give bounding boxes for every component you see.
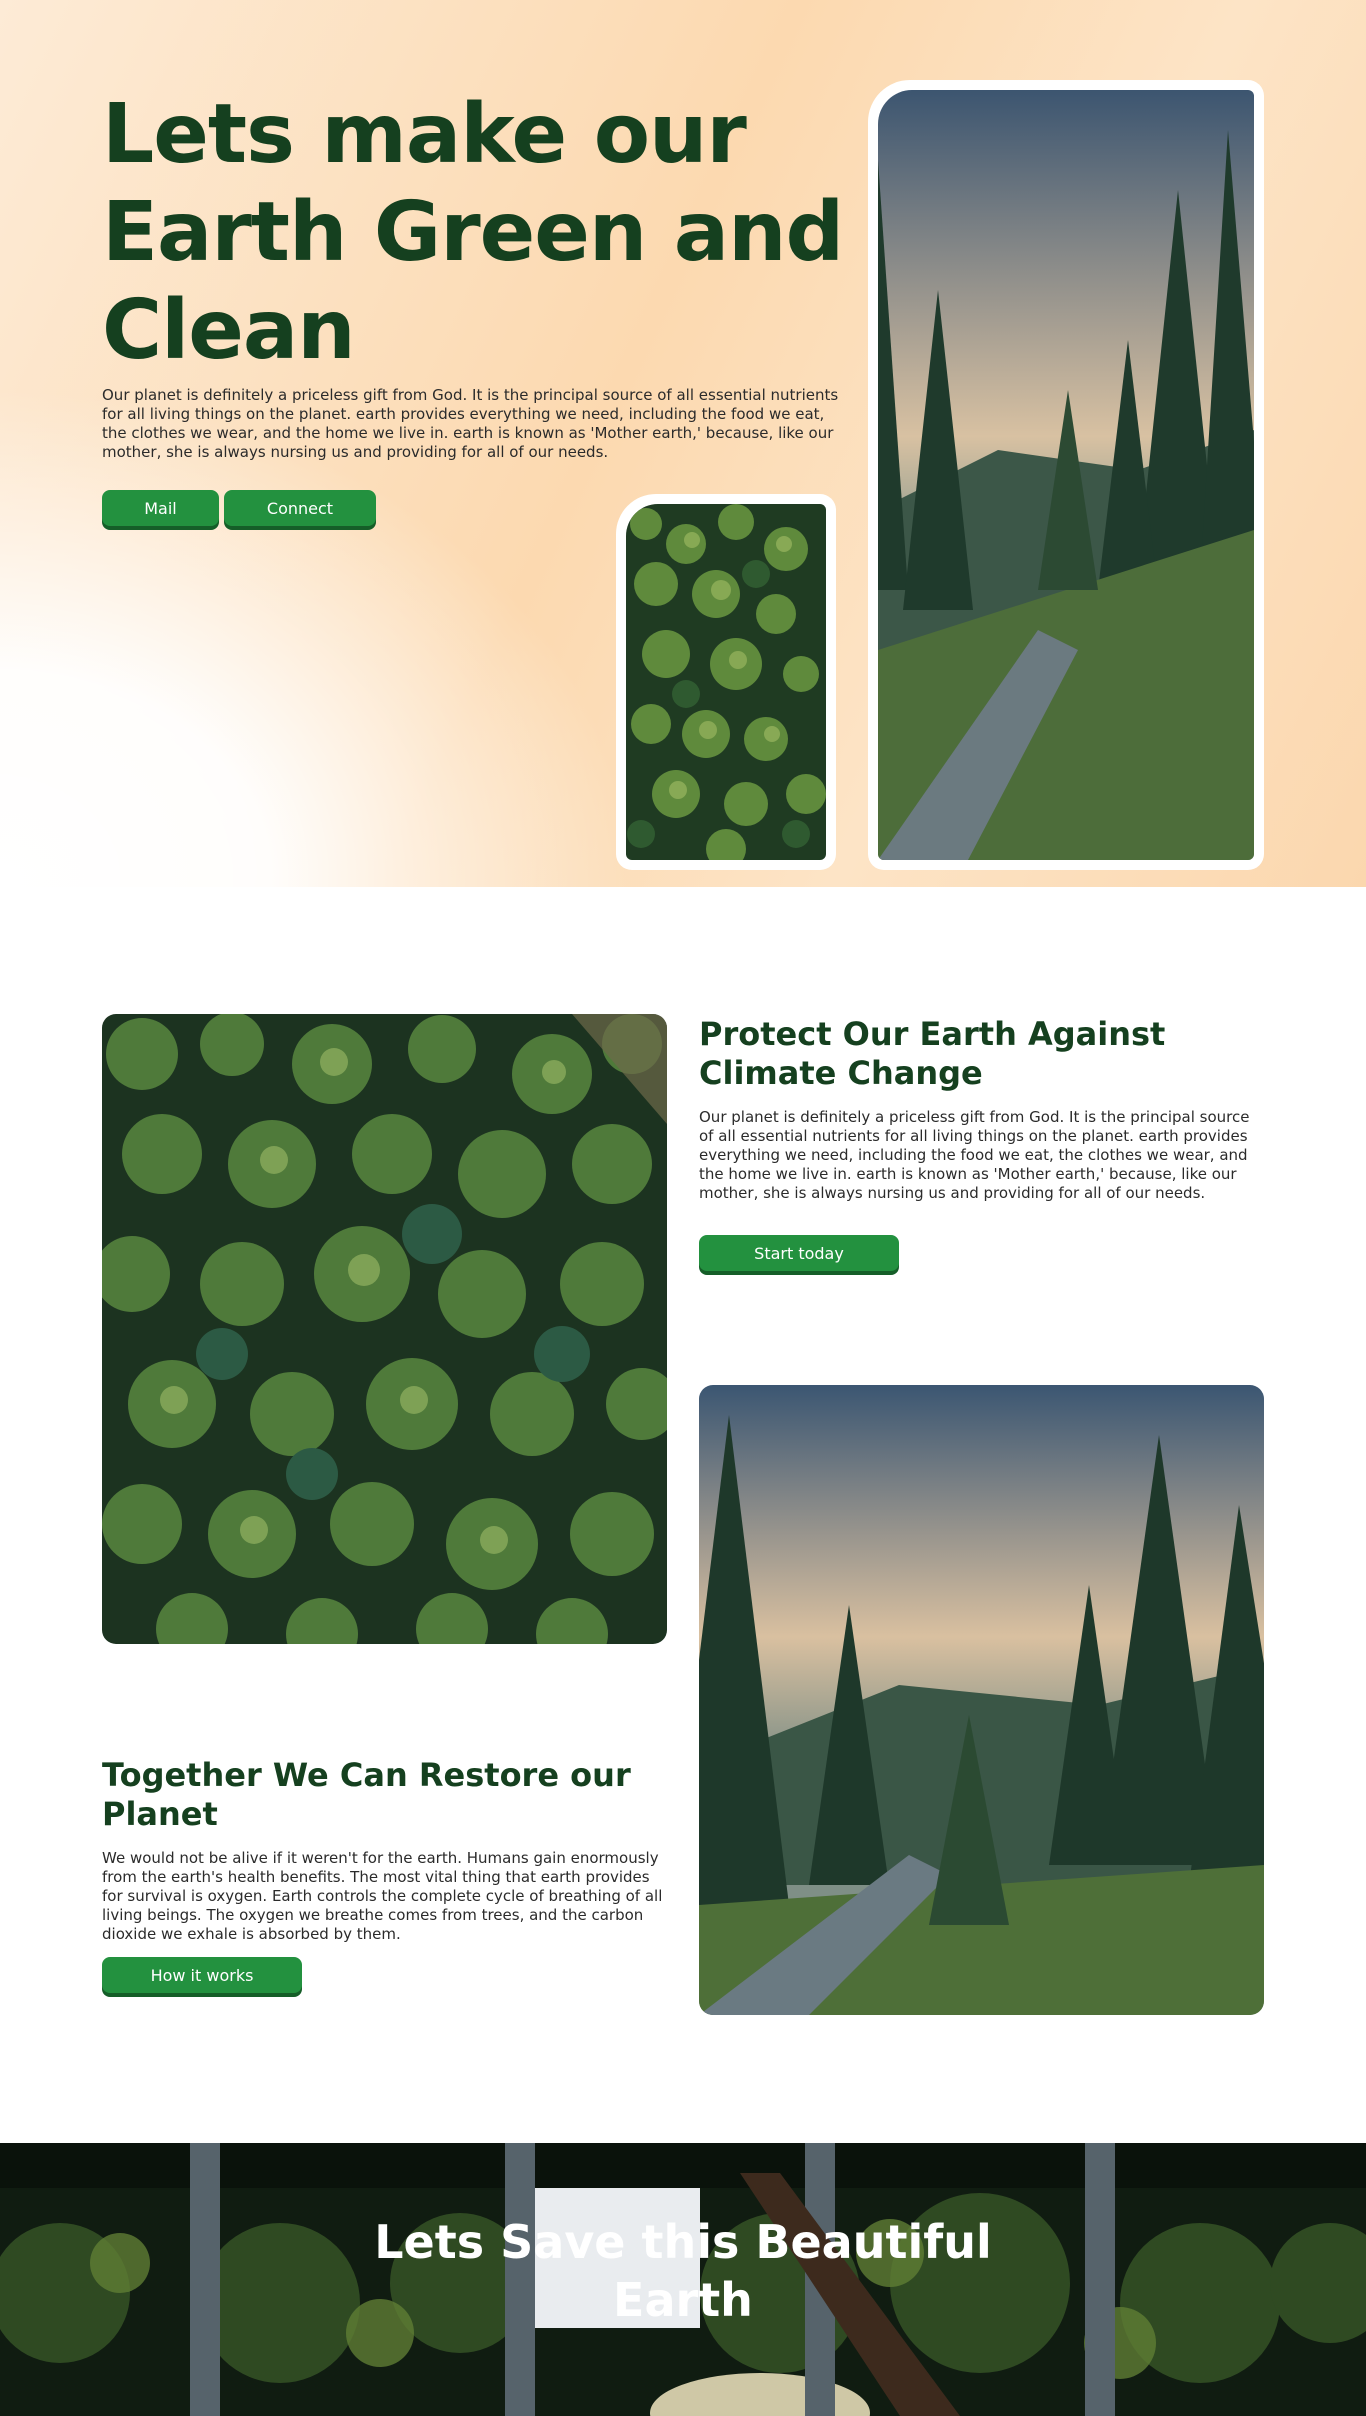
how-it-works-button[interactable]: How it works xyxy=(102,1957,302,1993)
hero-description: Our planet is definitely a priceless gif… xyxy=(102,386,839,461)
forest-aerial-image xyxy=(102,1014,667,1644)
feature-text-climate: Our planet is definitely a priceless gif… xyxy=(699,1108,1250,1202)
feature-title-climate: Protect Our Earth Against Climate Change xyxy=(699,1015,1166,1092)
start-today-button[interactable]: Start today xyxy=(699,1235,899,1271)
cta-banner: Lets Save this Beautiful Earth xyxy=(0,2143,1366,2416)
connect-button[interactable]: Connect xyxy=(224,490,376,526)
hero-forest-image xyxy=(616,494,836,870)
feature-title-restore: Together We Can Restore our Planet xyxy=(102,1756,631,1833)
hero-valley-image xyxy=(868,80,1264,870)
hero-section: Lets make our Earth Green and Clean Our … xyxy=(0,0,1366,887)
mail-button[interactable]: Mail xyxy=(102,490,219,526)
feature-text-restore: We would not be alive if it weren't for … xyxy=(102,1849,663,1943)
banner-title: Lets Save this Beautiful Earth xyxy=(374,2215,992,2327)
hero-title: Lets make our Earth Green and Clean xyxy=(102,87,844,378)
forest-valley-image xyxy=(699,1385,1264,2015)
